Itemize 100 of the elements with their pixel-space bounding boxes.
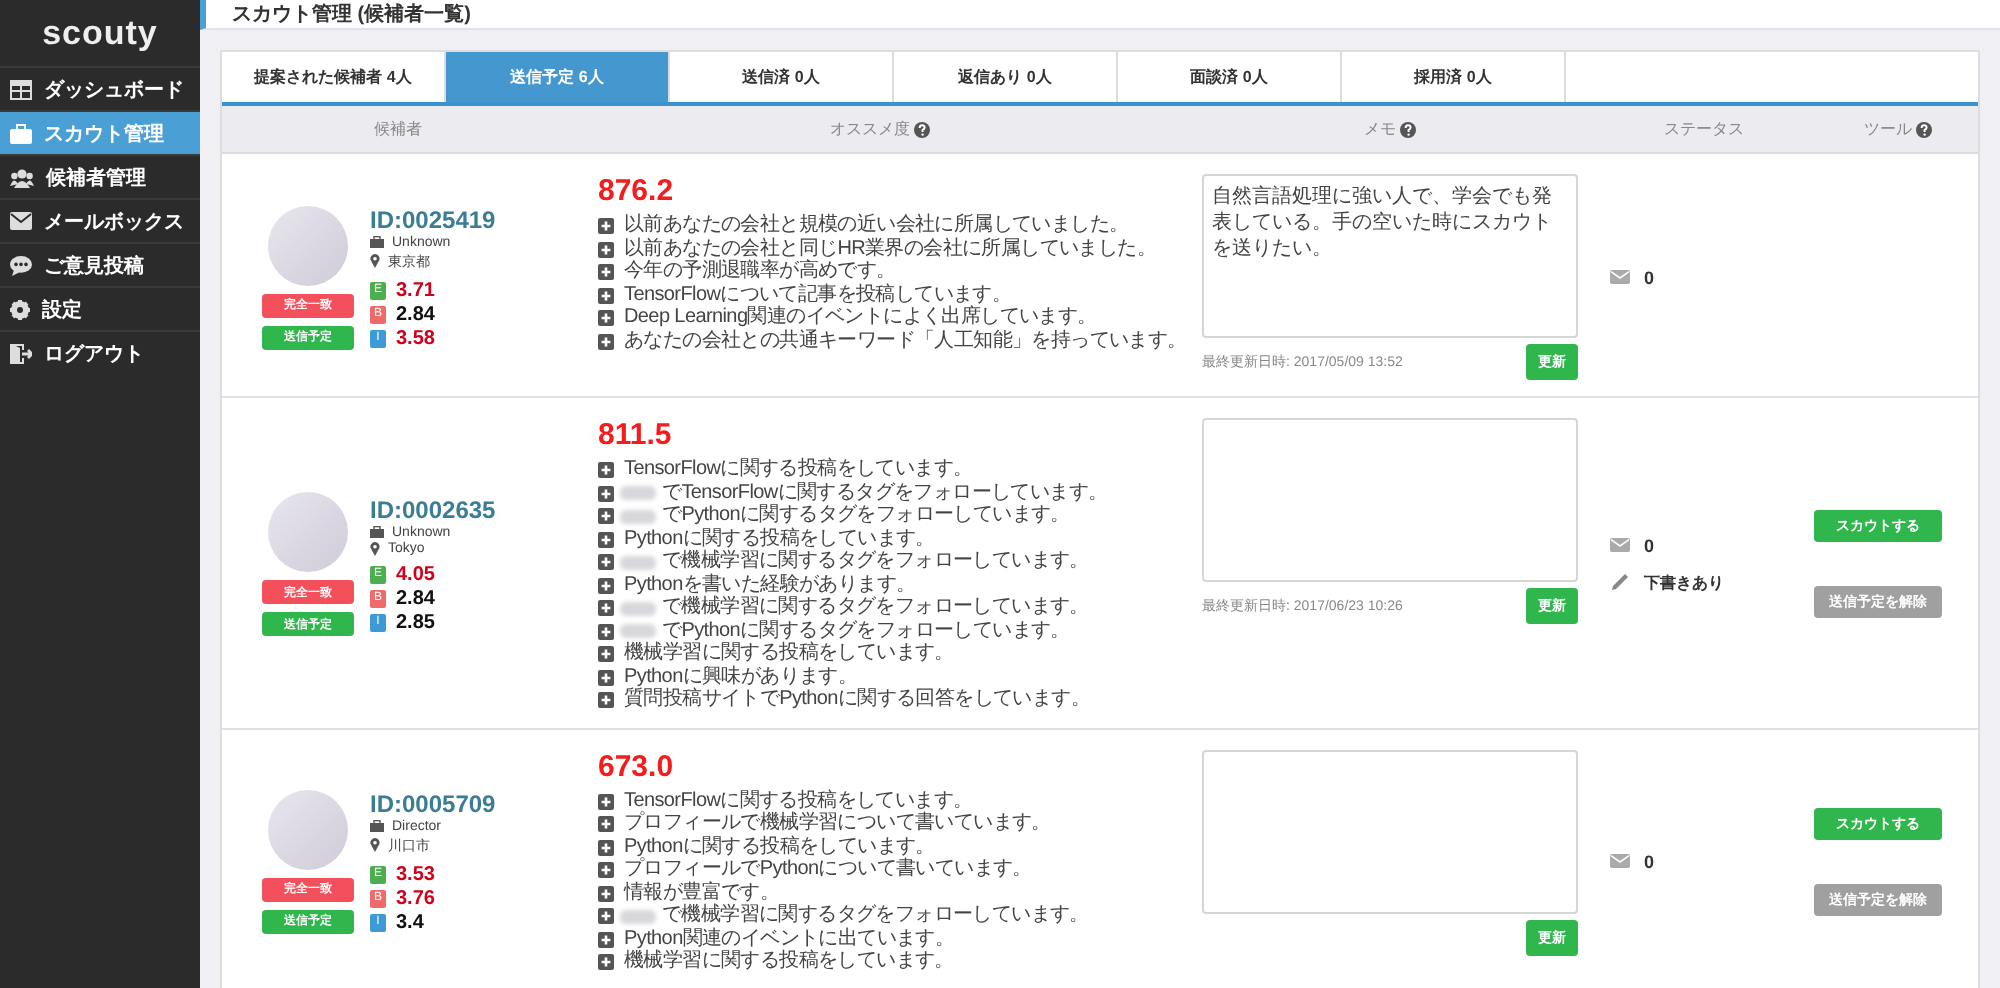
plus-square-icon <box>598 218 614 235</box>
reason-text: Deep Learning関連のイベントによく出席しています。 <box>624 308 1097 329</box>
plus-square-icon <box>598 310 614 327</box>
reason-text: Pythonに関する投稿をしています。 <box>624 837 935 857</box>
plus-square-icon <box>598 885 614 902</box>
reason-text: 質問投稿サイトでPythonに関する回答をしています。 <box>624 690 1091 711</box>
avatar <box>268 492 348 573</box>
reason-text: Pythonを書いた経験があります。 <box>624 575 916 595</box>
mail-icon <box>1610 270 1630 284</box>
logo[interactable]: scouty <box>0 0 200 66</box>
users-icon <box>10 167 34 187</box>
table-icon <box>10 79 32 99</box>
plus-square-icon <box>598 485 614 502</box>
plus-square-icon <box>598 287 614 304</box>
plus-square-icon <box>598 669 614 686</box>
recommend-score: 811.5 <box>598 418 674 452</box>
plus-square-icon <box>598 816 614 833</box>
reason-text: Python関連のイベントに出ています。 <box>624 929 955 949</box>
candidate-id[interactable]: ID:0025419 <box>370 205 496 233</box>
briefcase-icon <box>370 526 384 539</box>
score-value: 3.76 <box>396 887 435 909</box>
plus-square-icon <box>598 577 614 594</box>
reason-text: TensorFlowについて記事を投稿しています。 <box>624 285 1012 305</box>
avatar <box>268 789 348 869</box>
plus-square-icon <box>598 241 614 258</box>
column-header: ツール <box>1864 118 1912 140</box>
plus-square-icon <box>598 264 614 281</box>
tab[interactable]: 面談済 0人 <box>1118 52 1342 102</box>
briefcase-icon <box>370 236 384 248</box>
score-value: 3.4 <box>396 911 424 933</box>
reason-text: でPythonに関するタグをフォローしています。 <box>662 506 1070 527</box>
reason-text: Pythonに関する投稿をしています。 <box>624 529 935 549</box>
score-value: 3.71 <box>396 279 435 301</box>
logout-icon <box>10 343 32 363</box>
reason-text: 機械学習に関する投稿をしています。 <box>624 952 954 973</box>
reason-text: 以前あなたの会社と規模の近い会社に所属していました。 <box>624 216 1129 237</box>
sidebar-item[interactable]: ログアウト <box>0 330 200 374</box>
location-pin-icon <box>370 254 380 268</box>
reason-text: TensorFlowに関する投稿をしています。 <box>624 460 973 481</box>
reason-text: TensorFlowに関する投稿をしています。 <box>624 791 973 811</box>
plus-square-icon <box>598 862 614 879</box>
recommend-score: 876.2 <box>598 174 676 208</box>
reason-text: でPythonに関するタグをフォローしています。 <box>662 621 1070 641</box>
memo-field[interactable]: 自然言語処理に強い人で、学会でも発表している。手の空いた時にスカウトを送りたい。 <box>1202 174 1578 338</box>
reason-text: Pythonに興味があります。 <box>624 667 858 687</box>
candidate-id[interactable]: ID:0005709 <box>370 789 496 817</box>
location-pin-icon <box>370 838 380 852</box>
plus-square-icon <box>598 333 614 350</box>
mail-icon <box>1610 854 1630 868</box>
plus-square-icon <box>598 793 614 810</box>
score-value: 2.84 <box>396 587 435 610</box>
page-title: スカウト管理 (候補者一覧) <box>232 1 471 28</box>
plus-square-icon <box>598 646 614 663</box>
plus-square-icon <box>598 508 614 525</box>
reason-text: あなたの会社との共通キーワード「人工知能」を持っています。 <box>624 331 1187 352</box>
column-header: オススメ度 <box>830 118 910 140</box>
tab[interactable]: 採用済 0人 <box>1342 52 1566 102</box>
column-header: メモ <box>1364 118 1396 140</box>
recommend-score: 673.0 <box>598 749 676 783</box>
plus-square-icon <box>598 462 614 479</box>
score-value: 2.85 <box>396 611 435 634</box>
settings-icon <box>10 299 30 319</box>
plus-square-icon <box>598 531 614 548</box>
tab[interactable]: 送信済 0人 <box>670 52 894 102</box>
mail-icon <box>10 212 32 230</box>
sidebar-item[interactable]: 設定 <box>0 286 200 330</box>
briefcase-icon <box>10 123 32 143</box>
memo-field[interactable] <box>1202 418 1578 582</box>
reason-text: で機械学習に関するタグをフォローしています。 <box>662 552 1089 573</box>
reason-text: プロフィールで機械学習について書いています。 <box>624 814 1051 835</box>
column-header: ステータス <box>1664 118 1744 140</box>
draft-status: 下書きあり <box>1644 571 1724 594</box>
plus-square-icon <box>598 623 614 640</box>
mail-icon <box>1610 538 1630 553</box>
plus-square-icon <box>598 908 614 925</box>
sidebar-item[interactable]: ご意見投稿 <box>0 242 200 286</box>
reason-text: 機械学習に関する投稿をしています。 <box>624 644 954 665</box>
plus-square-icon <box>598 839 614 856</box>
reason-text: プロフィールでPythonについて書いています。 <box>624 860 1032 881</box>
tab[interactable]: 返信あり 0人 <box>894 52 1118 102</box>
avatar <box>268 205 348 285</box>
reason-text: でTensorFlowに関するタグをフォローしています。 <box>662 483 1108 504</box>
plus-square-icon <box>598 554 614 571</box>
message-count: 0 <box>1644 851 1655 871</box>
reason-text: 以前あなたの会社と同じHR業界の会社に所属していました。 <box>624 239 1157 259</box>
score-value: 3.53 <box>396 863 435 885</box>
briefcase-icon <box>370 820 384 832</box>
column-header: 候補者 <box>374 118 422 140</box>
score-value: 2.84 <box>396 303 435 325</box>
speech-bubble-icon <box>10 255 32 275</box>
sidebar-item[interactable]: 候補者管理 <box>0 154 200 198</box>
plus-square-icon <box>598 931 614 948</box>
candidate-id[interactable]: ID:0002635 <box>370 495 496 524</box>
message-count: 0 <box>1644 535 1655 556</box>
score-value: 4.05 <box>396 563 435 586</box>
memo-field[interactable] <box>1202 749 1578 913</box>
location-pin-icon <box>370 541 380 556</box>
sidebar-item[interactable]: メールボックス <box>0 198 200 242</box>
plus-square-icon <box>598 692 614 709</box>
score-value: 3.58 <box>396 327 435 349</box>
